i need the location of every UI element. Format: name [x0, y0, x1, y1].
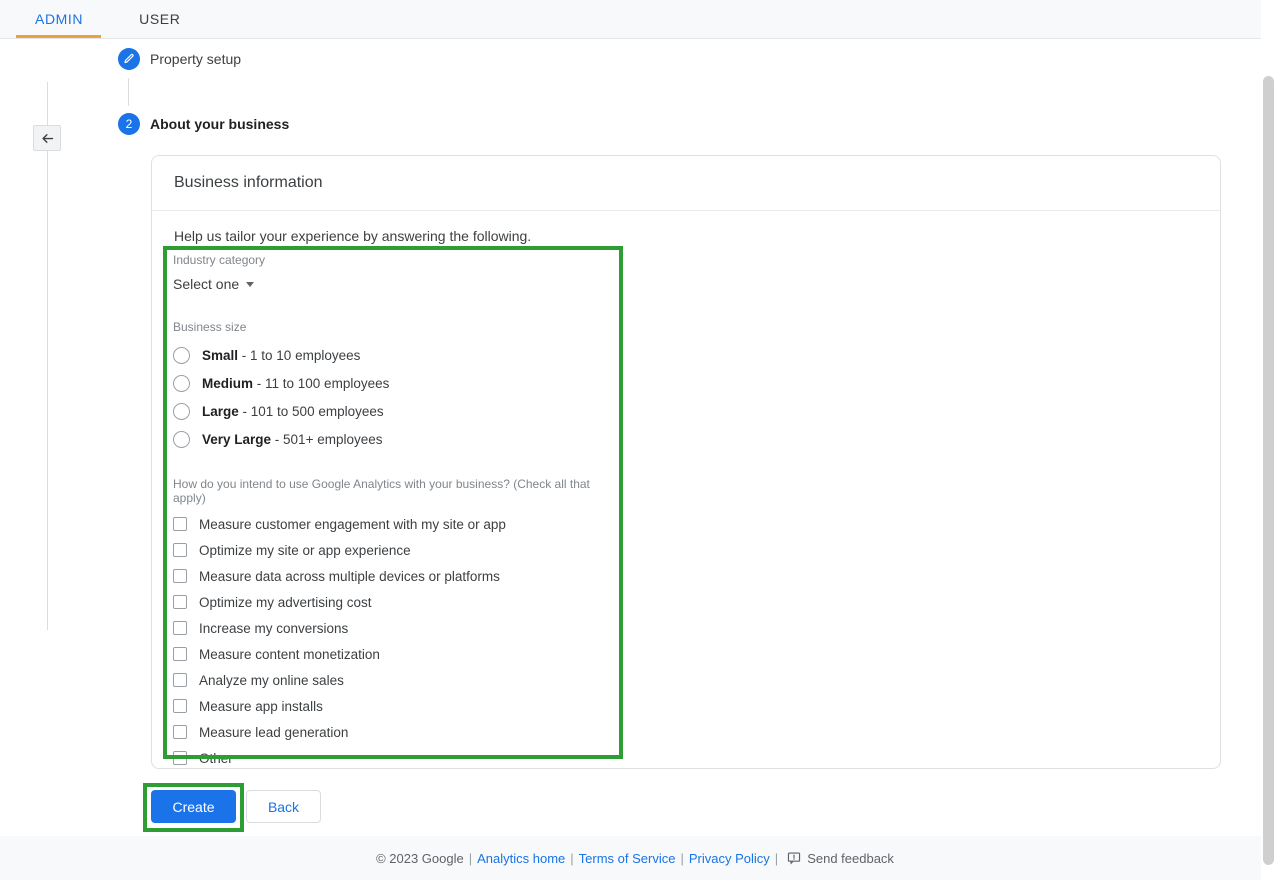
copyright-text: © 2023 Google: [376, 850, 464, 866]
page-scrollbar-thumb[interactable]: [1263, 76, 1274, 865]
radio-very-large-name: Very Large: [202, 431, 272, 447]
footer-separator: |: [570, 850, 574, 866]
checkbox-square-icon[interactable]: [173, 543, 187, 557]
checkbox-label: Measure customer engagement with my site…: [199, 516, 506, 532]
step-property-setup[interactable]: Property setup: [118, 48, 241, 70]
checkbox-optimize-advertising-cost[interactable]: Optimize my advertising cost: [173, 589, 618, 615]
checkbox-label: Analyze my online sales: [199, 672, 344, 688]
checkbox-label: Measure content monetization: [199, 646, 380, 662]
checkbox-square-icon[interactable]: [173, 673, 187, 687]
page-title: Business information: [174, 174, 323, 191]
step-2-badge: 2: [118, 113, 140, 135]
checkbox-square-icon[interactable]: [173, 725, 187, 739]
tab-admin[interactable]: ADMIN: [17, 0, 101, 38]
caret-down-icon: [246, 281, 255, 287]
link-terms-of-service[interactable]: Terms of Service: [579, 851, 676, 866]
checkbox-square-icon[interactable]: [173, 517, 187, 531]
industry-category-field: Industry category Select one: [173, 253, 618, 294]
checkbox-measure-customer-engagement[interactable]: Measure customer engagement with my site…: [173, 511, 618, 537]
checkbox-square-icon[interactable]: [173, 595, 187, 609]
checkbox-square-icon[interactable]: [173, 621, 187, 635]
top-tab-bar: ADMIN USER: [0, 0, 1270, 39]
checkbox-measure-content-monetization[interactable]: Measure content monetization: [173, 641, 618, 667]
footer: © 2023 Google | Analytics home | Terms o…: [0, 836, 1270, 880]
footer-separator: |: [680, 850, 684, 866]
feedback-icon: [787, 851, 801, 865]
check-edit-icon: [123, 53, 135, 65]
radio-circle-icon[interactable]: [173, 402, 190, 420]
create-button[interactable]: Create: [151, 790, 236, 823]
link-privacy-policy[interactable]: Privacy Policy: [689, 851, 770, 866]
collapse-sidebar-button[interactable]: [33, 125, 61, 151]
checkbox-square-icon[interactable]: [173, 569, 187, 583]
radio-small-name: Small: [202, 347, 239, 363]
checkbox-measure-data-across-devices[interactable]: Measure data across multiple devices or …: [173, 563, 618, 589]
checkbox-measure-lead-generation[interactable]: Measure lead generation: [173, 719, 618, 745]
industry-category-value: Select one: [173, 276, 240, 292]
stepper-connector: [128, 78, 129, 106]
usage-intent-label: How do you intend to use Google Analytic…: [173, 477, 590, 505]
tab-user[interactable]: USER: [121, 0, 198, 38]
business-information-form: Industry category Select one Business si…: [173, 253, 618, 771]
checkbox-optimize-site-experience[interactable]: Optimize my site or app experience: [173, 537, 618, 563]
checkbox-increase-conversions[interactable]: Increase my conversions: [173, 615, 618, 641]
radio-business-size-large[interactable]: Large - 101 to 500 employees: [173, 397, 618, 425]
step-1-badge: [118, 48, 140, 70]
radio-small-detail: - 1 to 10 employees: [238, 347, 361, 363]
back-button[interactable]: Back: [246, 790, 321, 823]
link-analytics-home[interactable]: Analytics home: [477, 851, 565, 866]
industry-category-label: Industry category: [173, 253, 266, 267]
arrow-left-icon: [40, 131, 55, 146]
radio-medium-detail: - 11 to 100 employees: [253, 375, 390, 391]
business-size-label: Business size: [173, 320, 247, 334]
checkbox-label: Optimize my site or app experience: [199, 542, 411, 558]
radio-very-large-detail: - 501+ employees: [271, 431, 383, 447]
card-body: Help us tailor your experience by answer…: [152, 211, 1220, 244]
card-header: Business information: [152, 156, 1220, 211]
radio-business-size-medium[interactable]: Medium - 11 to 100 employees: [173, 369, 618, 397]
checkbox-label: Optimize my advertising cost: [199, 594, 372, 610]
step-1-label: Property setup: [150, 51, 242, 67]
checkbox-label: Measure lead generation: [199, 724, 349, 740]
radio-medium-name: Medium: [202, 375, 254, 391]
send-feedback-button[interactable]: Send feedback: [787, 851, 894, 866]
checkbox-square-icon[interactable]: [173, 647, 187, 661]
footer-separator: |: [468, 850, 473, 866]
checkbox-label: Measure data across multiple devices or …: [199, 568, 500, 584]
radio-large-name: Large: [202, 403, 239, 419]
radio-business-size-small[interactable]: Small - 1 to 10 employees: [173, 341, 618, 369]
radio-circle-icon[interactable]: [173, 346, 190, 364]
checkbox-measure-app-installs[interactable]: Measure app installs: [173, 693, 618, 719]
checkbox-label: Other: [199, 750, 233, 766]
checkbox-label: Measure app installs: [199, 698, 323, 714]
radio-large-detail: - 101 to 500 employees: [238, 403, 384, 419]
tab-user-label: USER: [139, 11, 181, 27]
industry-category-select[interactable]: Select one: [173, 276, 255, 292]
radio-circle-icon[interactable]: [173, 374, 190, 392]
step-about-your-business[interactable]: 2 About your business: [118, 113, 289, 135]
business-size-group: Business size Small - 1 to 10 employees …: [173, 320, 618, 453]
checkbox-square-icon[interactable]: [173, 751, 187, 765]
radio-circle-icon[interactable]: [173, 430, 190, 448]
step-2-label: About your business: [150, 116, 290, 132]
checkbox-other[interactable]: Other: [173, 745, 618, 771]
helper-text: Help us tailor your experience by answer…: [174, 228, 532, 244]
checkbox-analyze-online-sales[interactable]: Analyze my online sales: [173, 667, 618, 693]
send-feedback-label: Send feedback: [807, 850, 894, 866]
checkbox-label: Increase my conversions: [199, 620, 349, 636]
checkbox-square-icon[interactable]: [173, 699, 187, 713]
tab-admin-label: ADMIN: [35, 11, 84, 27]
usage-intent-group: How do you intend to use Google Analytic…: [173, 477, 618, 771]
footer-separator: |: [774, 850, 779, 866]
form-actions: Create Back: [151, 790, 321, 823]
page-scrollbar-track[interactable]: [1261, 0, 1276, 880]
sidebar-divider: [47, 82, 48, 630]
active-tab-indicator: [16, 35, 101, 38]
radio-business-size-very-large[interactable]: Very Large - 501+ employees: [173, 425, 618, 453]
